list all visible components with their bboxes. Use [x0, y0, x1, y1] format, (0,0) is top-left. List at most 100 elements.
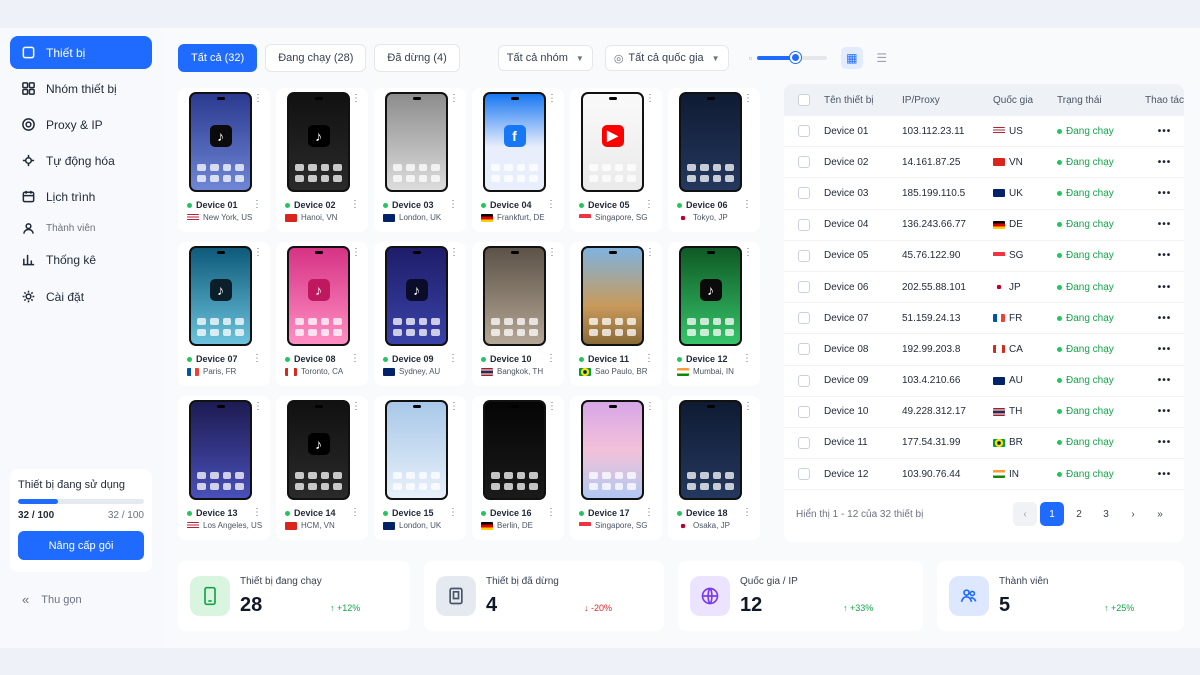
- table-row[interactable]: Device 02 14.161.87.25 VN Đang chạy •••: [784, 147, 1184, 179]
- device-card[interactable]: ⋮ Device 16 ⋮ Berlin, DE: [472, 396, 564, 540]
- more-options-icon[interactable]: ⋮: [449, 94, 459, 104]
- row-checkbox[interactable]: [798, 312, 810, 325]
- table-row[interactable]: Device 10 49.228.312.17 TH Đang chạy •••: [784, 397, 1184, 428]
- row-checkbox[interactable]: [798, 218, 810, 231]
- group-select[interactable]: Tất cả nhóm ▼: [497, 45, 593, 71]
- phone-preview[interactable]: ♪: [287, 246, 350, 346]
- tab-stopped[interactable]: Đã dừng (4): [374, 44, 460, 72]
- device-menu-icon[interactable]: ⋮: [742, 507, 752, 518]
- phone-preview[interactable]: ♪: [287, 92, 350, 192]
- device-card[interactable]: ♪ ⋮ Device 08 ⋮ Toronto, CA: [276, 242, 368, 386]
- more-options-icon[interactable]: ⋮: [645, 402, 655, 412]
- more-options-icon[interactable]: ⋮: [645, 94, 655, 104]
- row-actions-button[interactable]: •••: [1145, 126, 1184, 137]
- phone-preview[interactable]: ▶: [581, 92, 644, 192]
- device-card[interactable]: ♪ ⋮ Device 12 ⋮ Mumbai, IN: [668, 242, 760, 386]
- more-options-icon[interactable]: ⋮: [253, 94, 263, 104]
- device-card[interactable]: ⋮ Device 06 ⋮ Tokyo, JP: [668, 88, 760, 232]
- device-menu-icon[interactable]: ⋮: [448, 199, 458, 210]
- table-row[interactable]: Device 03 185.199.110.5 UK Đang chạy •••: [784, 178, 1184, 210]
- more-options-icon[interactable]: ⋮: [253, 402, 263, 412]
- phone-preview[interactable]: [679, 92, 742, 192]
- device-menu-icon[interactable]: ⋮: [546, 353, 556, 364]
- phone-preview[interactable]: ♪: [189, 246, 252, 346]
- phone-preview[interactable]: [483, 246, 546, 346]
- device-menu-icon[interactable]: ⋮: [252, 353, 262, 364]
- row-actions-button[interactable]: •••: [1145, 219, 1184, 230]
- row-checkbox[interactable]: [798, 281, 810, 294]
- table-row[interactable]: Device 09 103.4.210.66 AU Đang chạy •••: [784, 366, 1184, 397]
- more-options-icon[interactable]: ⋮: [547, 248, 557, 258]
- table-row[interactable]: Device 08 192.99.203.8 CA Đang chạy •••: [784, 334, 1184, 366]
- phone-preview[interactable]: ♪: [287, 400, 350, 500]
- more-options-icon[interactable]: ⋮: [351, 402, 361, 412]
- device-menu-icon[interactable]: ⋮: [742, 199, 752, 210]
- phone-preview[interactable]: ♪: [679, 246, 742, 346]
- phone-preview[interactable]: [679, 400, 742, 500]
- sidebar-item-devices[interactable]: Thiết bị: [10, 36, 152, 69]
- more-options-icon[interactable]: ⋮: [351, 94, 361, 104]
- row-actions-button[interactable]: •••: [1145, 250, 1184, 261]
- phone-preview[interactable]: [581, 400, 644, 500]
- more-options-icon[interactable]: ⋮: [645, 248, 655, 258]
- phone-preview[interactable]: [385, 92, 448, 192]
- tab-all[interactable]: Tất cả (32): [178, 44, 258, 72]
- row-checkbox[interactable]: [798, 374, 810, 387]
- sidebar-item-proxy[interactable]: Proxy & IP: [10, 108, 152, 141]
- device-card[interactable]: ⋮ Device 03 ⋮ London, UK: [374, 88, 466, 232]
- device-menu-icon[interactable]: ⋮: [742, 353, 752, 364]
- sidebar-item-members[interactable]: Thành viên: [10, 216, 152, 240]
- page-1-button[interactable]: 1: [1040, 502, 1064, 526]
- row-checkbox[interactable]: [798, 343, 810, 356]
- row-checkbox[interactable]: [798, 156, 810, 169]
- grid-view-button[interactable]: ▦: [840, 47, 863, 69]
- device-card[interactable]: ⋮ Device 13 ⋮ Los Angeles, US: [178, 396, 270, 540]
- sidebar-item-device-groups[interactable]: Nhóm thiết bị: [10, 72, 152, 105]
- device-menu-icon[interactable]: ⋮: [350, 353, 360, 364]
- device-menu-icon[interactable]: ⋮: [644, 353, 654, 364]
- row-checkbox[interactable]: [798, 436, 810, 449]
- phone-preview[interactable]: [581, 246, 644, 346]
- device-card[interactable]: ♪ ⋮ Device 02 ⋮ Hanoi, VN: [276, 88, 368, 232]
- phone-preview[interactable]: ♪: [189, 92, 252, 192]
- tab-running[interactable]: Đang chạy (28): [265, 44, 367, 72]
- more-options-icon[interactable]: ⋮: [547, 402, 557, 412]
- more-options-icon[interactable]: ⋮: [743, 94, 753, 104]
- device-menu-icon[interactable]: ⋮: [448, 353, 458, 364]
- row-actions-button[interactable]: •••: [1145, 313, 1184, 324]
- device-card[interactable]: ⋮ Device 18 ⋮ Osaka, JP: [668, 396, 760, 540]
- device-menu-icon[interactable]: ⋮: [350, 199, 360, 210]
- more-options-icon[interactable]: ⋮: [351, 248, 361, 258]
- prev-page-button[interactable]: ‹: [1013, 502, 1037, 526]
- device-card[interactable]: f ⋮ Device 04 ⋮ Frankfurt, DE: [472, 88, 564, 232]
- row-actions-button[interactable]: •••: [1145, 375, 1184, 386]
- device-menu-icon[interactable]: ⋮: [350, 507, 360, 518]
- row-actions-button[interactable]: •••: [1145, 282, 1184, 293]
- phone-preview[interactable]: ♪: [385, 246, 448, 346]
- device-menu-icon[interactable]: ⋮: [546, 199, 556, 210]
- select-all-checkbox[interactable]: [798, 94, 810, 106]
- table-row[interactable]: Device 05 45.76.122.90 SG Đang chạy •••: [784, 241, 1184, 272]
- collapse-sidebar-button[interactable]: « Thu gọn: [22, 592, 82, 607]
- device-card[interactable]: ⋮ Device 10 ⋮ Bangkok, TH: [472, 242, 564, 386]
- row-checkbox[interactable]: [798, 468, 810, 481]
- device-card[interactable]: ♪ ⋮ Device 07 ⋮ Paris, FR: [178, 242, 270, 386]
- more-options-icon[interactable]: ⋮: [547, 94, 557, 104]
- phone-preview[interactable]: [385, 400, 448, 500]
- device-menu-icon[interactable]: ⋮: [252, 199, 262, 210]
- row-actions-button[interactable]: •••: [1145, 344, 1184, 355]
- device-card[interactable]: ⋮ Device 15 ⋮ London, UK: [374, 396, 466, 540]
- table-row[interactable]: Device 04 136.243.66.77 DE Đang chạy •••: [784, 210, 1184, 241]
- page-2-button[interactable]: 2: [1067, 502, 1091, 526]
- sidebar-item-settings[interactable]: Cài đặt: [10, 280, 152, 313]
- device-card[interactable]: ▶ ⋮ Device 05 ⋮ Singapore, SG: [570, 88, 662, 232]
- table-row[interactable]: Device 01 103.112.23.11 US Đang chạy •••: [784, 116, 1184, 148]
- sidebar-item-automation[interactable]: Tự động hóa: [10, 144, 152, 177]
- sidebar-item-statistics[interactable]: Thống kê: [10, 243, 152, 276]
- row-actions-button[interactable]: •••: [1145, 437, 1184, 448]
- device-card[interactable]: ♪ ⋮ Device 09 ⋮ Sydney, AU: [374, 242, 466, 386]
- more-options-icon[interactable]: ⋮: [449, 402, 459, 412]
- device-card[interactable]: ♪ ⋮ Device 14 ⋮ HCM, VN: [276, 396, 368, 540]
- row-checkbox[interactable]: [798, 249, 810, 262]
- device-card[interactable]: ⋮ Device 11 ⋮ Sao Paulo, BR: [570, 242, 662, 386]
